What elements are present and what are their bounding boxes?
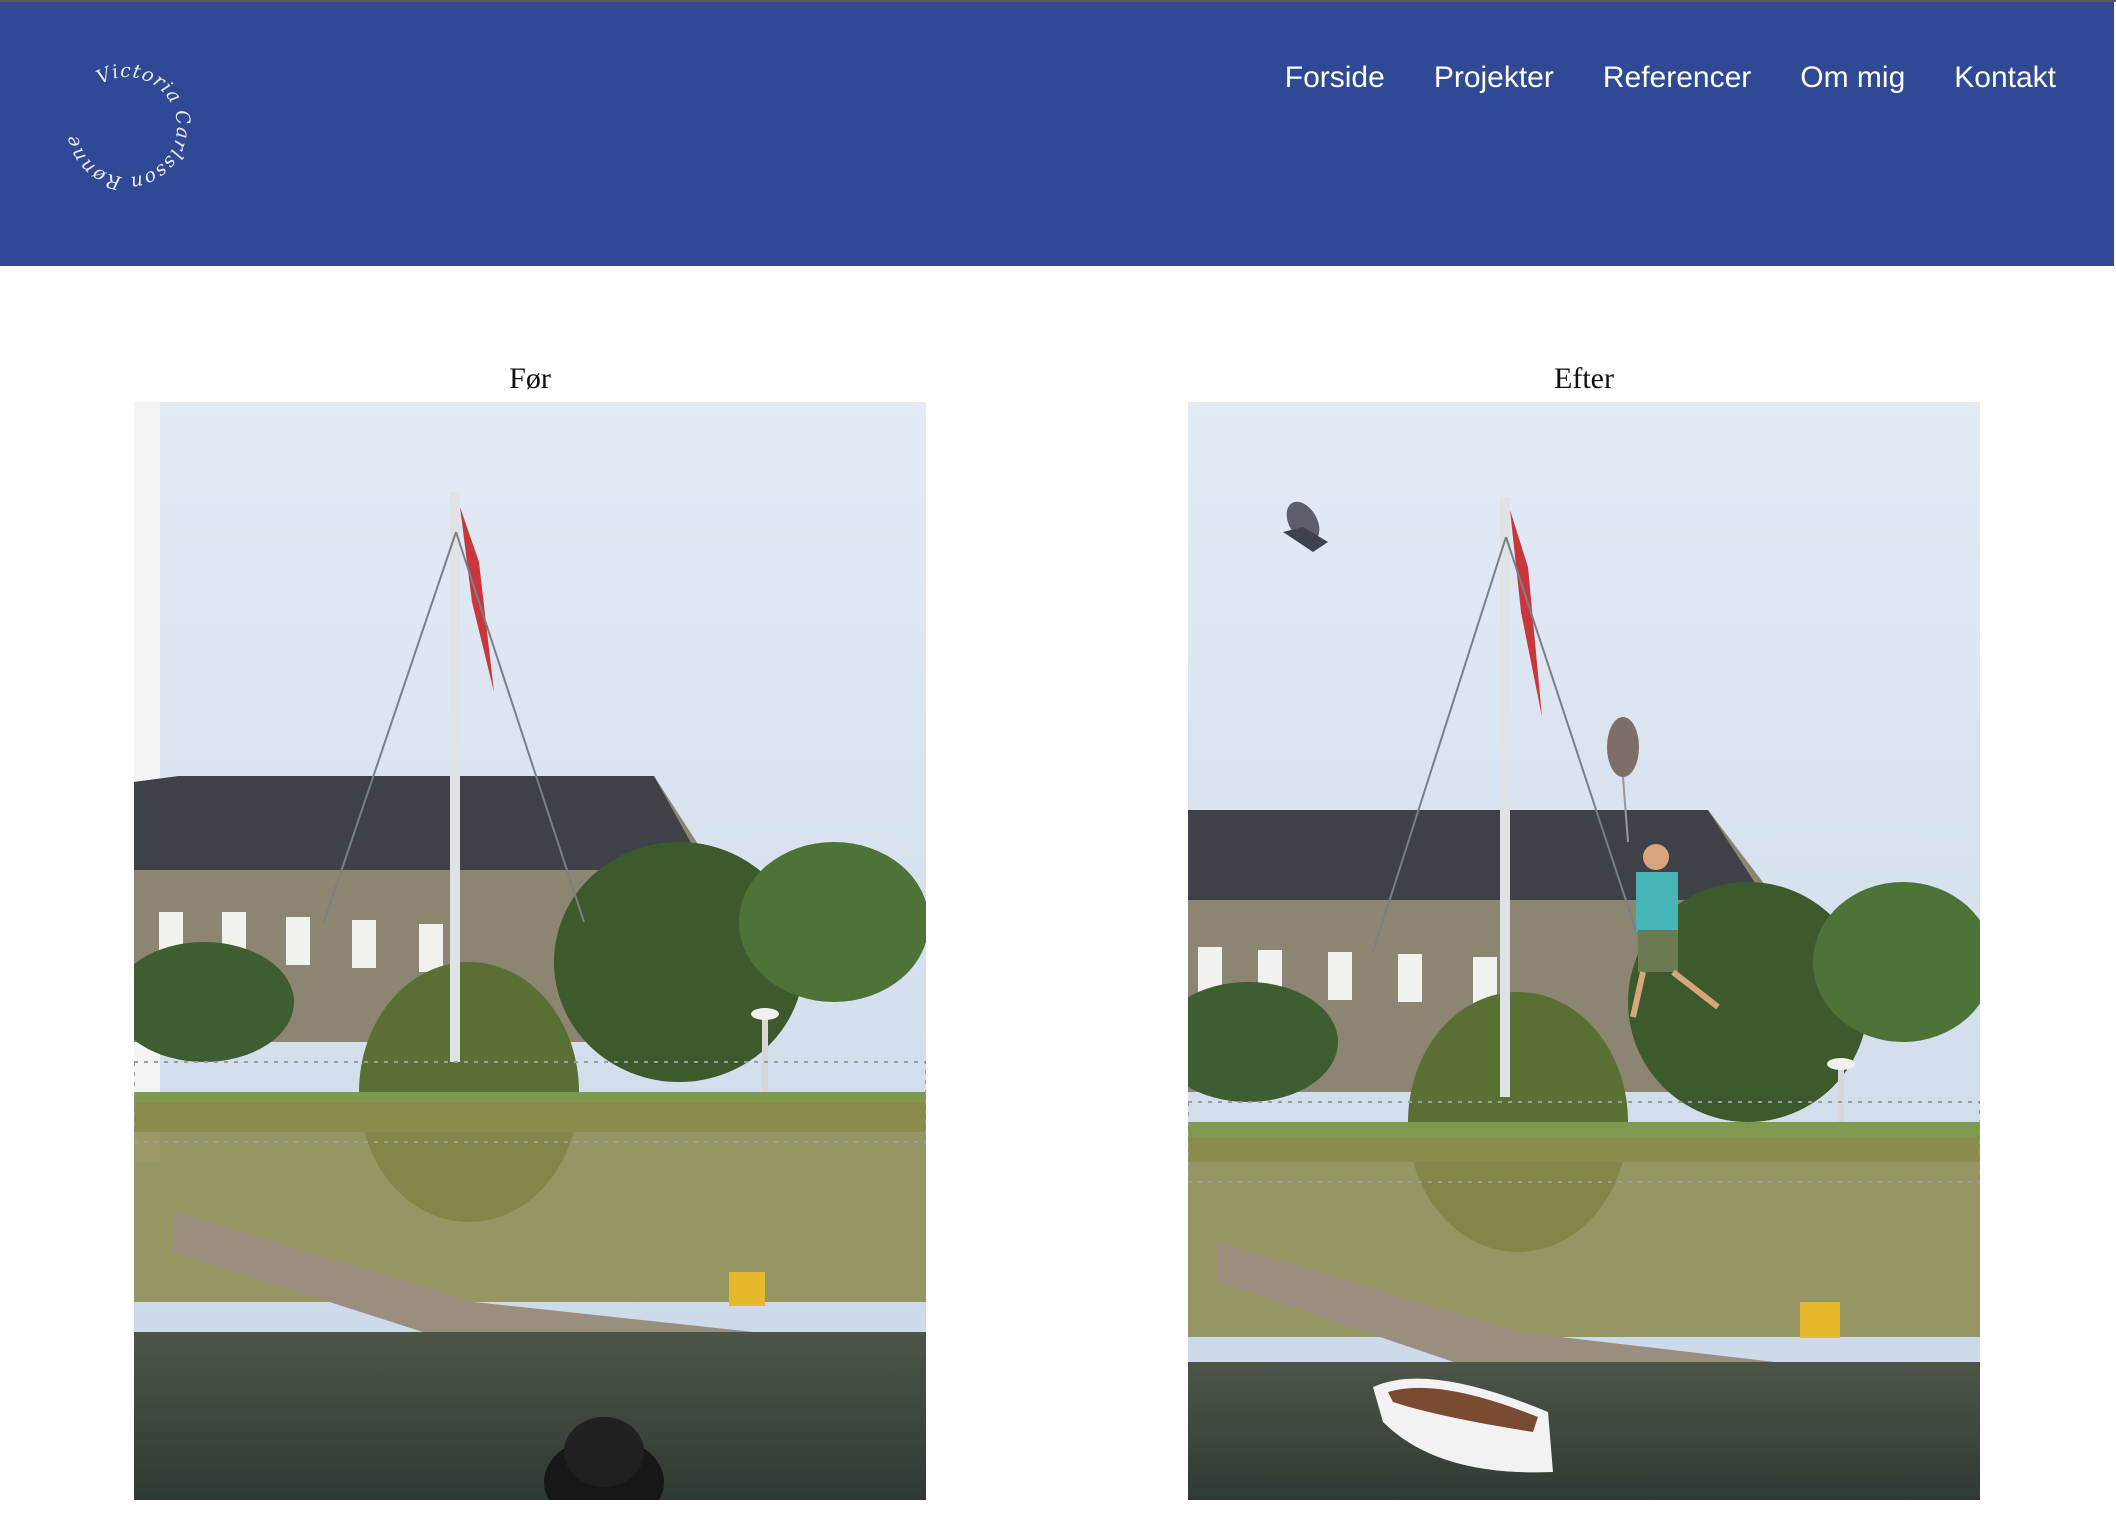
nav-kontakt[interactable]: Kontakt	[1954, 56, 2056, 100]
main-nav: Forside Projekter Referencer Om mig Kont…	[1285, 56, 2056, 100]
before-caption: Før	[509, 362, 551, 395]
description-text-cutoff	[130, 1515, 1980, 1530]
site-logo[interactable]: Victoria Carlsson Rønne	[52, 52, 202, 202]
logo-circular-text: Victoria Carlsson Rønne	[61, 60, 195, 194]
svg-text:Victoria Carlsson Rønne: Victoria Carlsson Rønne	[61, 60, 195, 194]
before-photo	[134, 402, 926, 1500]
nav-forside[interactable]: Forside	[1285, 56, 1385, 100]
site-header: Victoria Carlsson Rønne Forside Projekte…	[0, 2, 2114, 266]
harbor-scene-after-image	[1188, 402, 1980, 1500]
after-photo	[1188, 402, 1980, 1500]
after-caption: Efter	[1554, 362, 1614, 395]
nav-projekter[interactable]: Projekter	[1434, 56, 1554, 100]
nav-om-mig[interactable]: Om mig	[1800, 56, 1905, 100]
harbor-scene-before-image	[134, 402, 926, 1500]
nav-referencer[interactable]: Referencer	[1603, 56, 1751, 100]
